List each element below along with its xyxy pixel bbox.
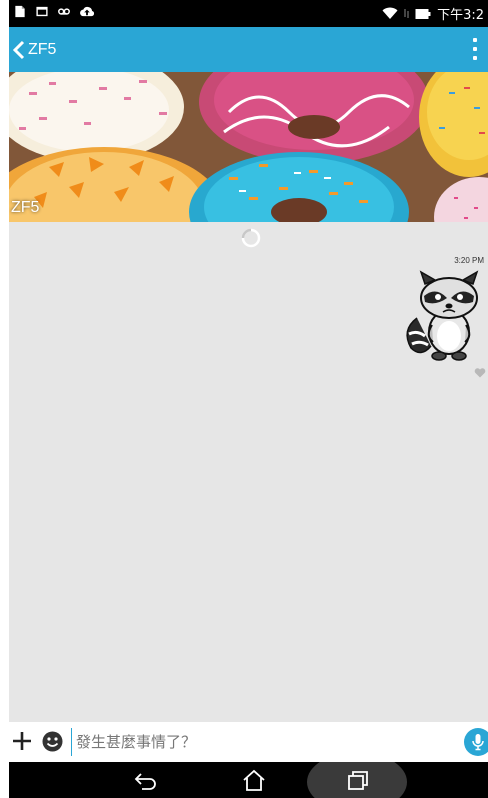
chat-area[interactable]: 3:20 PM xyxy=(9,222,488,722)
device-frame: 下午3:2 ZF5 ZF5 3:20 PM 發生甚麼事情了？ xyxy=(0,0,488,798)
like-heart-icon[interactable] xyxy=(474,367,486,379)
loading-spinner-icon xyxy=(241,228,261,248)
app-bar: ZF5 xyxy=(9,27,488,72)
raccoon-sticker[interactable] xyxy=(399,270,481,362)
chevron-left-icon xyxy=(13,40,25,59)
banner-name: ZF5 xyxy=(11,199,40,216)
wifi-icon xyxy=(382,7,398,19)
donuts-photo xyxy=(9,72,488,222)
chat-title: ZF5 xyxy=(28,40,57,58)
menu-dot xyxy=(473,56,477,60)
status-bar: 下午3:2 xyxy=(9,0,488,27)
status-bar-right: 下午3:2 xyxy=(382,4,484,23)
back-icon[interactable] xyxy=(133,768,159,792)
message-time: 3:20 PM xyxy=(454,256,484,265)
plus-icon[interactable] xyxy=(11,730,33,752)
signal-arrows-icon xyxy=(404,9,409,18)
menu-dot xyxy=(473,38,477,42)
cloud-upload-icon xyxy=(80,6,95,17)
home-icon[interactable] xyxy=(241,768,267,792)
status-time: 下午3:2 xyxy=(437,8,484,23)
document-icon xyxy=(15,5,25,18)
battery-icon xyxy=(415,8,431,19)
menu-dot xyxy=(473,47,477,51)
voicemail-icon xyxy=(58,8,70,15)
message-input[interactable] xyxy=(71,728,464,756)
recent-apps-icon[interactable] xyxy=(345,768,371,792)
image-icon xyxy=(36,6,48,17)
emoji-icon[interactable] xyxy=(42,731,63,752)
back-button[interactable]: ZF5 xyxy=(9,27,56,72)
screen: 下午3:2 ZF5 ZF5 3:20 PM 發生甚麼事情了？ xyxy=(9,0,488,798)
message-input-bar xyxy=(9,722,488,762)
navigation-bar xyxy=(9,762,488,798)
status-bar-left-icons xyxy=(13,5,95,18)
voice-input-button[interactable] xyxy=(464,728,488,756)
microphone-icon xyxy=(472,734,484,751)
overflow-menu-button[interactable] xyxy=(468,36,482,62)
profile-banner[interactable]: ZF5 xyxy=(9,72,488,222)
